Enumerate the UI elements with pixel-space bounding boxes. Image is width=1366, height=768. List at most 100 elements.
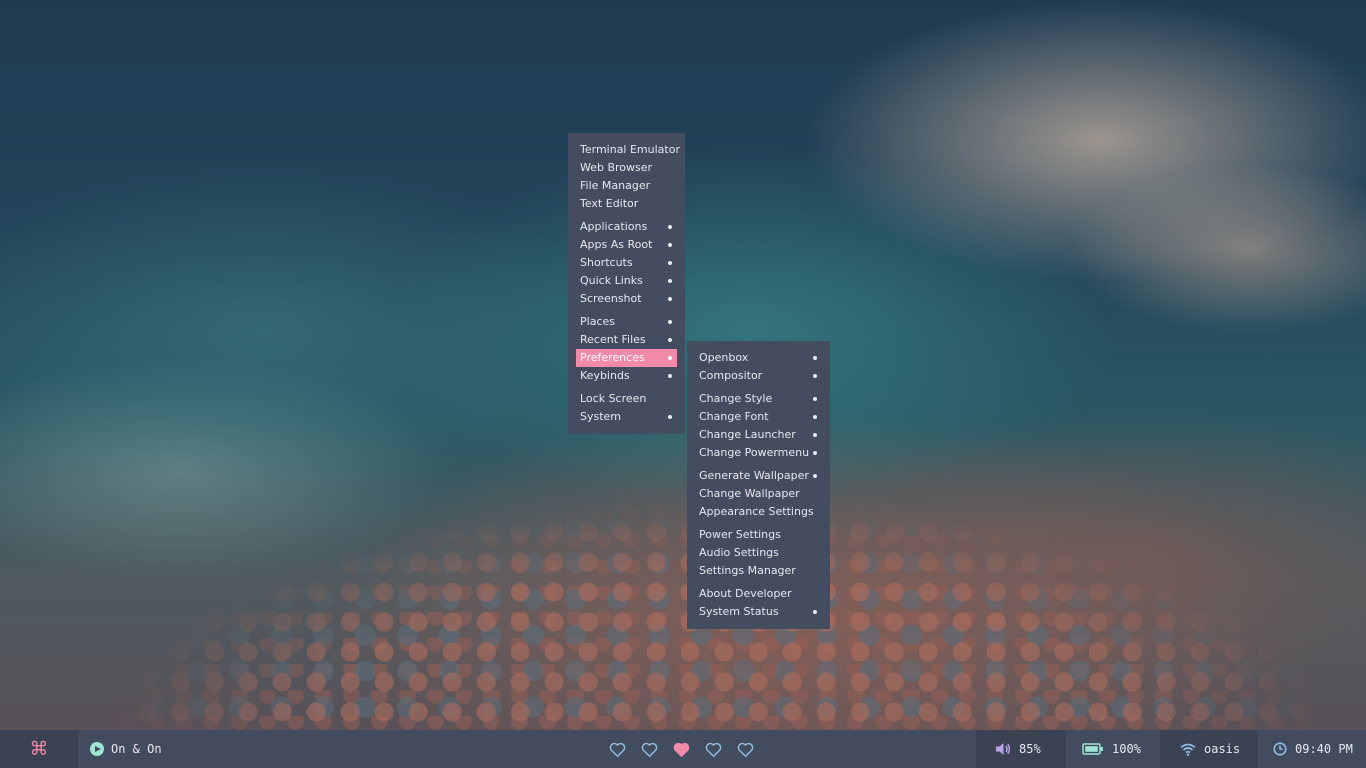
menu-item-appearance-settings[interactable]: Appearance Settings [695,503,822,521]
menu-item-label: Openbox [699,351,749,364]
menu-item-openbox[interactable]: Openbox [695,349,822,367]
menu-item-keybinds[interactable]: Keybinds [576,367,677,385]
submenu-arrow-icon [668,225,672,229]
wallpaper-rocks [0,430,1366,730]
menu-item-label: Change Launcher [699,428,796,441]
command-icon: ⌘ [29,738,49,760]
workspace-4-heart-outline-icon[interactable] [704,740,723,759]
menu-item-label: Generate Wallpaper [699,469,809,482]
menu-item-places[interactable]: Places [576,313,677,331]
bottom-panel: ⌘ On & On 85% 100% oasis 09:40 PM [0,730,1366,768]
menu-item-compositor[interactable]: Compositor [695,367,822,385]
submenu-arrow-icon [668,261,672,265]
menu-item-label: Change Font [699,410,769,423]
menu-item-apps-as-root[interactable]: Apps As Root [576,236,677,254]
network-name: oasis [1204,742,1241,756]
play-icon[interactable] [90,742,104,756]
submenu-arrow-icon [668,320,672,324]
menu-item-label: Shortcuts [580,256,633,269]
menu-item-settings-manager[interactable]: Settings Manager [695,562,822,580]
workspace-3-heart-filled-icon[interactable] [672,740,691,759]
workspace-5-heart-outline-icon[interactable] [736,740,755,759]
menu-item-label: Places [580,315,615,328]
menu-item-lock-screen[interactable]: Lock Screen [576,390,677,408]
menu-item-label: About Developer [699,587,792,600]
menu-item-label: Audio Settings [699,546,779,559]
menu-item-web-browser[interactable]: Web Browser [576,159,677,177]
preferences-submenu: Openbox Compositor Change Style Change F… [687,341,830,629]
menu-item-change-font[interactable]: Change Font [695,408,822,426]
battery-module[interactable]: 100% [1066,730,1160,768]
menu-item-label: Change Style [699,392,773,405]
menu-item-label: Applications [580,220,648,233]
battery-value: 100% [1112,742,1141,756]
menu-item-label: File Manager [580,179,651,192]
menu-item-about-developer[interactable]: About Developer [695,585,822,603]
menu-item-label: Recent Files [580,333,646,346]
menu-item-file-manager[interactable]: File Manager [576,177,677,195]
submenu-arrow-icon [668,356,672,360]
menu-item-label: Preferences [580,351,645,364]
menu-item-text-editor[interactable]: Text Editor [576,195,677,213]
menu-item-label: Quick Links [580,274,643,287]
volume-icon [996,743,1011,755]
clock-module[interactable]: 09:40 PM [1258,730,1366,768]
submenu-arrow-icon [813,415,817,419]
menu-item-change-style[interactable]: Change Style [695,390,822,408]
menu-item-system[interactable]: System [576,408,677,426]
workspace-2-heart-outline-icon[interactable] [640,740,659,759]
submenu-arrow-icon [668,243,672,247]
clock-time: 09:40 PM [1295,742,1353,756]
menu-item-system-status[interactable]: System Status [695,603,822,621]
menu-item-change-launcher[interactable]: Change Launcher [695,426,822,444]
volume-value: 85% [1019,742,1041,756]
menu-item-label: Appearance Settings [699,505,814,518]
submenu-arrow-icon [813,433,817,437]
workspace-switcher [608,730,755,768]
submenu-arrow-icon [813,451,817,455]
menu-item-power-settings[interactable]: Power Settings [695,526,822,544]
menu-item-label: Terminal Emulator [580,143,680,156]
menu-item-generate-wallpaper[interactable]: Generate Wallpaper [695,467,822,485]
launcher-button[interactable]: ⌘ [0,730,78,768]
menu-item-label: Compositor [699,369,763,382]
menu-item-label: Text Editor [580,197,639,210]
menu-item-label: Screenshot [580,292,642,305]
menu-item-shortcuts[interactable]: Shortcuts [576,254,677,272]
menu-item-terminal-emulator[interactable]: Terminal Emulator [576,141,680,159]
submenu-arrow-icon [668,297,672,301]
menu-item-preferences[interactable]: Preferences [576,349,677,367]
menu-item-label: Web Browser [580,161,653,174]
submenu-arrow-icon [813,374,817,378]
submenu-arrow-icon [813,397,817,401]
music-module[interactable]: On & On [90,730,162,768]
root-menu: Terminal Emulator Web Browser File Manag… [568,133,685,434]
menu-item-recent-files[interactable]: Recent Files [576,331,677,349]
menu-item-screenshot[interactable]: Screenshot [576,290,677,308]
menu-item-label: Settings Manager [699,564,796,577]
submenu-arrow-icon [668,374,672,378]
submenu-arrow-icon [813,356,817,360]
menu-item-change-powermenu[interactable]: Change Powermenu [695,444,822,462]
menu-item-label: Change Powermenu [699,446,810,459]
menu-item-label: Keybinds [580,369,630,382]
clock-icon [1273,742,1287,756]
battery-icon [1082,743,1103,755]
submenu-arrow-icon [668,415,672,419]
menu-item-label: System Status [699,605,779,618]
submenu-arrow-icon [668,338,672,342]
menu-item-quick-links[interactable]: Quick Links [576,272,677,290]
menu-item-label: Power Settings [699,528,781,541]
volume-module[interactable]: 85% [976,730,1066,768]
menu-item-applications[interactable]: Applications [576,218,677,236]
wifi-icon [1180,743,1196,756]
submenu-arrow-icon [813,610,817,614]
network-module[interactable]: oasis [1160,730,1258,768]
menu-item-change-wallpaper[interactable]: Change Wallpaper [695,485,822,503]
menu-item-label: System [580,410,622,423]
menu-item-audio-settings[interactable]: Audio Settings [695,544,822,562]
menu-item-label: Lock Screen [580,392,647,405]
submenu-arrow-icon [813,474,817,478]
workspace-1-heart-outline-icon[interactable] [608,740,627,759]
music-track-title: On & On [111,742,162,756]
